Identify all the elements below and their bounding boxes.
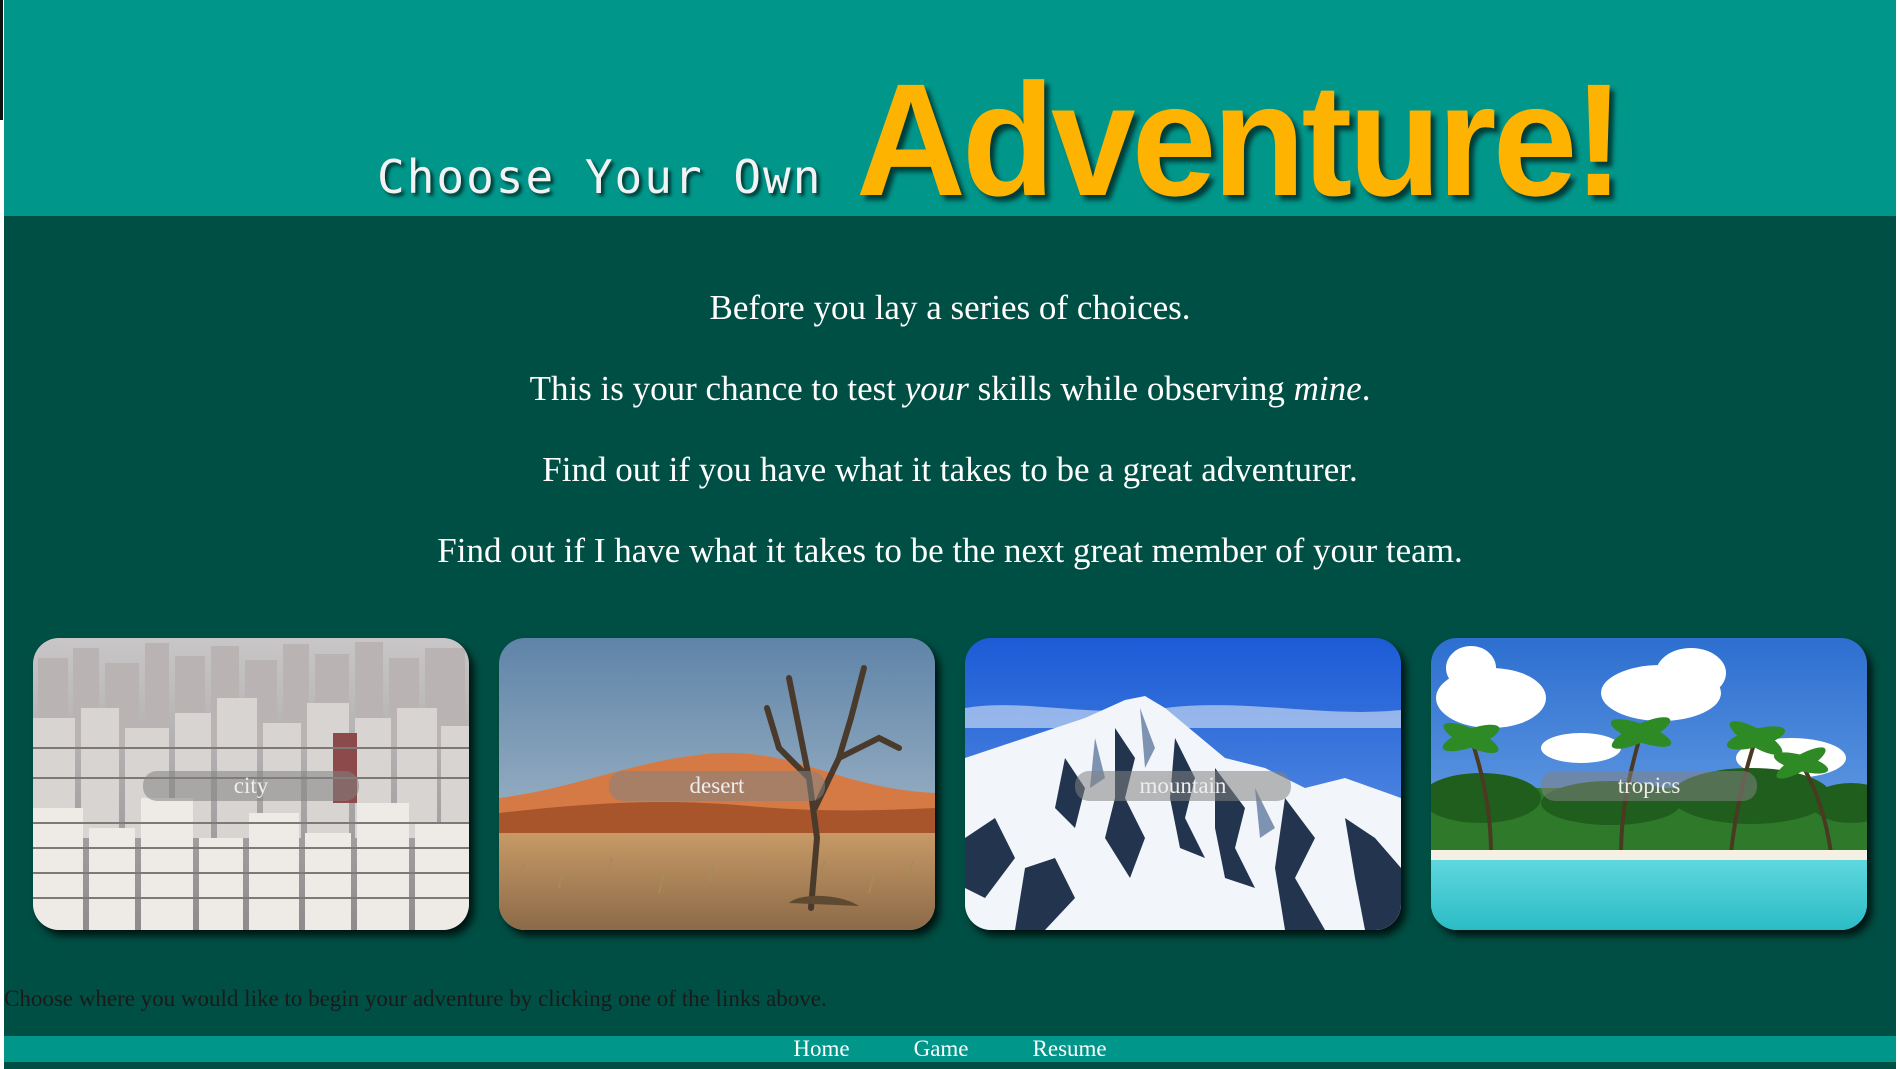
card-tropics[interactable]: tropics [1431, 638, 1867, 930]
intro-line-1: Before you lay a series of choices. [709, 288, 1191, 327]
footer-bar: Home Game Resume [4, 1036, 1896, 1066]
window-edge-mark [0, 0, 3, 120]
intro-line-2: This is your chance to test your skills … [529, 369, 1371, 408]
title-prefix: Choose Your Own [377, 150, 823, 204]
card-label-mountain: mountain [1075, 771, 1291, 801]
footer-nav: Home Game Resume [4, 1036, 1896, 1065]
card-city[interactable]: city [33, 638, 469, 930]
card-mountain[interactable]: mountain [965, 638, 1401, 930]
intro-line-4: Find out if I have what it takes to be t… [437, 531, 1463, 570]
nav-link-home[interactable]: Home [793, 1036, 849, 1061]
instruction-text: Choose where you would like to begin you… [4, 986, 827, 1011]
card-label-desert: desert [609, 771, 825, 801]
card-label-tropics: tropics [1541, 771, 1757, 801]
header-banner: Choose Your Own Adventure! [4, 0, 1896, 220]
destination-cards: city desert mountain tropics [33, 638, 1875, 930]
nav-link-resume[interactable]: Resume [1033, 1036, 1107, 1061]
intro-line-3: Find out if you have what it takes to be… [542, 450, 1358, 489]
title-main: Adventure! [856, 50, 1624, 229]
intro-text: Before you lay a series of choices. This… [4, 282, 1896, 606]
page: Choose Your Own Adventure! Before you la… [4, 0, 1896, 1069]
card-label-city: city [143, 771, 359, 801]
nav-link-game[interactable]: Game [914, 1036, 969, 1061]
card-desert[interactable]: desert [499, 638, 935, 930]
